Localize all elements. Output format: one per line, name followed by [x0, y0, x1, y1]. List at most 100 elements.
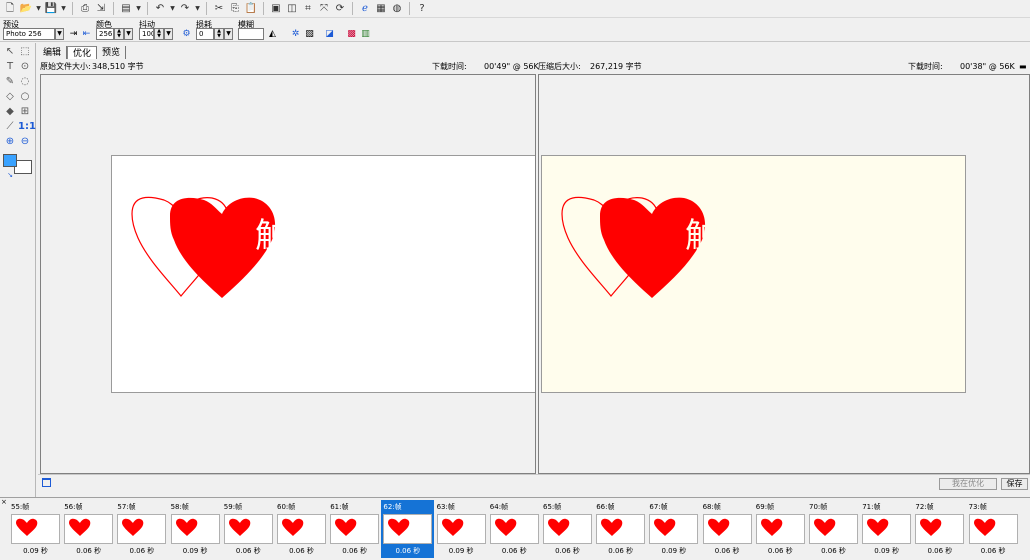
dither-lock-icon[interactable]: ⚙	[180, 28, 193, 41]
fill-tool-icon[interactable]: ◆	[3, 105, 17, 119]
swap-colors-icon[interactable]: ↘	[3, 168, 17, 182]
dither-input[interactable]: 100	[139, 28, 154, 40]
frame-item[interactable]: 59:帧 0.06 秒	[222, 500, 275, 558]
frame-item[interactable]: 62:帧 0.06 秒	[381, 500, 435, 558]
frame-delay[interactable]: 0.09 秒	[169, 546, 222, 556]
redo-icon[interactable]: ↷	[178, 2, 192, 16]
duplicate-icon[interactable]: ▣	[269, 2, 283, 16]
help-icon[interactable]: ?	[415, 2, 429, 16]
frame-item[interactable]: 68:帧 0.06 秒	[701, 500, 754, 558]
brush-tool-icon[interactable]: ✎	[3, 75, 17, 89]
export-icon[interactable]: ⇲	[94, 2, 108, 16]
new-file-icon[interactable]: 🗋	[3, 2, 17, 16]
eraser-tool-icon[interactable]: ◇	[3, 90, 17, 104]
window-icon[interactable]	[42, 478, 51, 487]
save-button[interactable]: 保存	[1001, 478, 1028, 490]
frame-delay[interactable]: 0.09 秒	[647, 546, 700, 556]
dither-dropdown-icon[interactable]: ▼	[164, 28, 173, 40]
frame-item[interactable]: 60:帧 0.06 秒	[275, 500, 328, 558]
slice-tool-icon[interactable]: ⊞	[18, 105, 32, 119]
browser-preview-icon[interactable]: ℯ	[358, 2, 372, 16]
lasso-tool-icon[interactable]: ◌	[18, 75, 32, 89]
layer-icon[interactable]: ◫	[285, 2, 299, 16]
loss-dropdown-icon[interactable]: ▼	[224, 28, 233, 40]
frame-delay[interactable]: 0.06 秒	[541, 546, 594, 556]
redo-dropdown-icon[interactable]: ▼	[194, 2, 201, 16]
frame-item[interactable]: 57:帧 0.06 秒	[115, 500, 168, 558]
frame-item[interactable]: 64:帧 0.06 秒	[488, 500, 541, 558]
colors-stepper[interactable]: ▲ ▼	[114, 28, 124, 40]
frame-item[interactable]: 71:帧 0.09 秒	[860, 500, 913, 558]
zoom-in-icon[interactable]: ⊕	[3, 135, 17, 149]
undo-dropdown-icon[interactable]: ▼	[169, 2, 176, 16]
frame-delay[interactable]: 0.06 秒	[807, 546, 860, 556]
foreground-color-swatch[interactable]	[3, 154, 17, 167]
frame-delay[interactable]: 0.06 秒	[328, 546, 381, 556]
paste-icon[interactable]: 📋	[244, 2, 258, 16]
frame-item[interactable]: 69:帧 0.06 秒	[754, 500, 807, 558]
hotspot-tool-icon[interactable]: ⊙	[18, 60, 32, 74]
loss-stepper[interactable]: ▲ ▼	[214, 28, 224, 40]
eyedropper-tool-icon[interactable]: ⟋	[3, 120, 17, 134]
cut-icon[interactable]: ✂	[212, 2, 226, 16]
optimize-wand-icon[interactable]: ✲	[289, 28, 302, 41]
marquee-tool-icon[interactable]: ⬚	[18, 45, 32, 59]
preset-save-icon[interactable]: ⇥	[67, 28, 80, 41]
save-icon[interactable]: 💾	[44, 2, 58, 16]
grid-icon[interactable]: ▦	[374, 2, 388, 16]
frame-item[interactable]: 58:帧 0.09 秒	[169, 500, 222, 558]
import-icon[interactable]: ▤	[119, 2, 133, 16]
frame-delay[interactable]: 0.06 秒	[222, 546, 275, 556]
dither-stepper[interactable]: ▲ ▼	[154, 28, 164, 40]
frame-delay[interactable]: 0.09 秒	[435, 546, 488, 556]
text-tool-icon[interactable]: T	[3, 60, 17, 74]
palette-icon[interactable]: ▧	[303, 28, 316, 41]
actual-size-icon[interactable]: 1:1	[18, 120, 36, 134]
preset-load-icon[interactable]: ⇤	[80, 28, 93, 41]
undo-icon[interactable]: ↶	[153, 2, 167, 16]
import-dropdown-icon[interactable]: ▼	[135, 2, 142, 16]
tab-optimize[interactable]: 优化	[67, 46, 98, 59]
frame-delay[interactable]: 0.06 秒	[594, 546, 647, 556]
frame-item[interactable]: 72:帧 0.06 秒	[913, 500, 966, 558]
frame-item[interactable]: 73:帧 0.06 秒	[967, 500, 1020, 558]
preset-dropdown-icon[interactable]: ▼	[55, 28, 64, 40]
optimizing-button[interactable]: 我在优化	[939, 478, 997, 490]
color-table-icon[interactable]: ▩	[345, 28, 358, 41]
frame-delay[interactable]: 0.06 秒	[115, 546, 168, 556]
blur-input[interactable]	[238, 28, 264, 40]
frame-delay[interactable]: 0.06 秒	[275, 546, 328, 556]
frame-delay[interactable]: 0.06 秒	[967, 546, 1020, 556]
frame-delay[interactable]: 0.06 秒	[754, 546, 807, 556]
open-folder-icon[interactable]: 📂	[19, 2, 33, 16]
transparency-icon[interactable]: ◪	[323, 28, 336, 41]
histogram-icon[interactable]: ▥	[359, 28, 372, 41]
frame-delay[interactable]: 0.09 秒	[9, 546, 62, 556]
rotate-icon[interactable]: ⟳	[333, 2, 347, 16]
frame-delay[interactable]: 0.06 秒	[488, 546, 541, 556]
print-icon[interactable]: ⎙	[78, 2, 92, 16]
ellipse-tool-icon[interactable]: ○	[18, 90, 32, 104]
frame-item[interactable]: 55:帧 0.09 秒	[9, 500, 62, 558]
colors-input[interactable]: 256	[96, 28, 114, 40]
copy-icon[interactable]: ⎘	[228, 2, 242, 16]
tab-preview[interactable]: 预览	[97, 46, 127, 59]
frame-delay[interactable]: 0.06 秒	[381, 546, 434, 556]
frame-item[interactable]: 61:帧 0.06 秒	[328, 500, 381, 558]
frame-delay[interactable]: 0.06 秒	[701, 546, 754, 556]
zoom-out-icon[interactable]: ⊖	[18, 135, 32, 149]
preset-select[interactable]: Photo 256	[3, 28, 55, 40]
pane-menu-icon[interactable]: ▬	[1019, 61, 1027, 73]
save-dropdown-icon[interactable]: ▼	[60, 2, 67, 16]
frame-item[interactable]: 70:帧 0.06 秒	[807, 500, 860, 558]
close-frames-icon[interactable]: ×	[1, 498, 7, 506]
frame-item[interactable]: 67:帧 0.09 秒	[647, 500, 700, 558]
open-dropdown-icon[interactable]: ▼	[35, 2, 42, 16]
frame-item[interactable]: 65:帧 0.06 秒	[541, 500, 594, 558]
frame-delay[interactable]: 0.06 秒	[62, 546, 115, 556]
colors-dropdown-icon[interactable]: ▼	[124, 28, 133, 40]
resize-icon[interactable]: ⤧	[317, 2, 331, 16]
tab-edit[interactable]: 编辑	[38, 46, 68, 59]
frame-item[interactable]: 56:帧 0.06 秒	[62, 500, 115, 558]
frame-item[interactable]: 66:帧 0.06 秒	[594, 500, 647, 558]
